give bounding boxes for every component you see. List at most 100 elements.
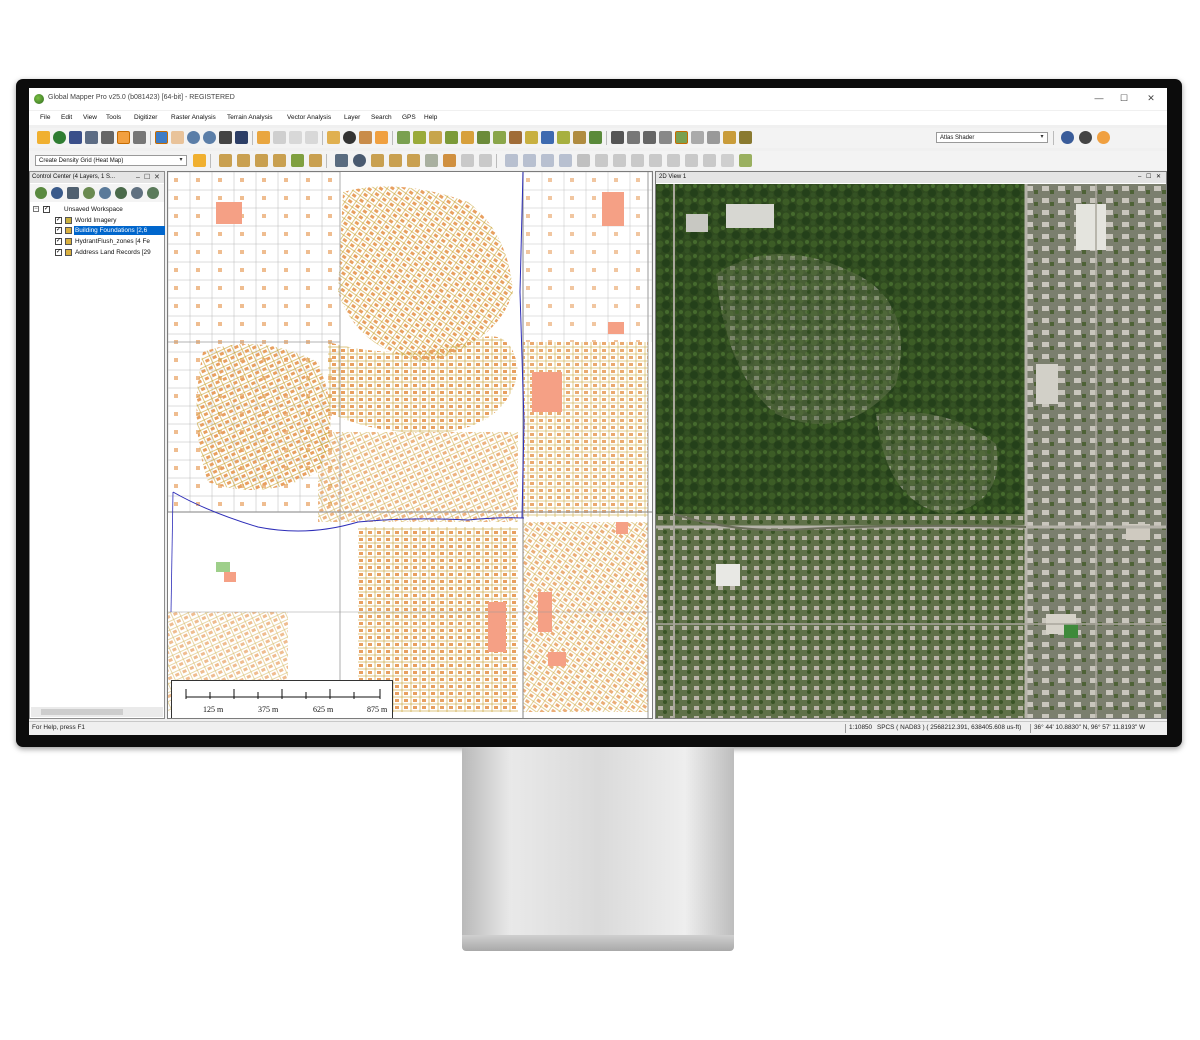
terrain-icon-2[interactable] [413,131,426,144]
split-icon[interactable] [389,154,402,167]
menu-edit[interactable]: Edit [61,114,72,121]
line-edit-icon[interactable] [595,154,608,167]
zoom-in-icon[interactable] [187,131,200,144]
layer-checkbox[interactable]: ✓ [55,238,62,245]
pan-hand-icon[interactable] [171,131,184,144]
refresh-icon[interactable] [115,187,127,199]
delete-icon[interactable] [289,131,302,144]
globe-layer-icon[interactable] [51,187,63,199]
menu-digitizer[interactable]: Digitizer [134,114,157,121]
imagery-map-view[interactable] [656,184,1166,718]
layer-row-selected[interactable]: ✓ Building Foundations [2,6 [30,226,165,235]
vector-map-view[interactable]: 125 m 375 m 625 m 875 m [167,171,653,719]
settings-gear-icon[interactable] [1079,131,1092,144]
terrain-icon-3[interactable] [429,131,442,144]
draw-circle-icon[interactable] [273,154,286,167]
workspace-checkbox[interactable]: ✓ [43,206,50,213]
reshape-icon[interactable] [371,154,384,167]
minimize-button[interactable]: — [1089,91,1109,105]
eye-icon[interactable] [131,187,143,199]
lidar-icon-5[interactable] [675,131,688,144]
grid-icon[interactable] [721,154,734,167]
copy-icon[interactable] [305,131,318,144]
layer-checkbox[interactable]: ✓ [55,249,62,256]
density-select[interactable]: Create Density Grid (Heat Map) ▾ [35,155,187,166]
menu-terrain-analysis[interactable]: Terrain Analysis [227,114,273,121]
measure-icon[interactable] [327,131,340,144]
control-center-icon[interactable] [117,131,130,144]
scale-icon[interactable] [541,154,554,167]
save-icon[interactable] [69,131,82,144]
panel-restore-button[interactable]: ☐ [144,172,150,183]
terrain-icon-13[interactable] [589,131,602,144]
back-arrow-icon[interactable] [219,131,232,144]
terrain-icon-1[interactable] [397,131,410,144]
layout-icon[interactable] [133,131,146,144]
vertex-remove-icon[interactable] [631,154,644,167]
layer-options-icon[interactable] [83,187,95,199]
lidar-icon-3[interactable] [643,131,656,144]
terrain-icon-9[interactable] [525,131,538,144]
move-icon[interactable] [505,154,518,167]
lidar-icon-1[interactable] [611,131,624,144]
menu-tools[interactable]: Tools [106,114,121,121]
terrain-icon-12[interactable] [573,131,586,144]
attributes-icon[interactable] [67,187,79,199]
horizontal-scrollbar[interactable] [31,707,163,717]
layer-row[interactable]: ✓ World Imagery [30,216,164,225]
lidar-icon-6[interactable] [691,131,704,144]
menu-gps[interactable]: GPS [402,114,416,121]
lidar-icon-7[interactable] [707,131,720,144]
cut-icon[interactable] [577,154,590,167]
terrain-icon-10[interactable] [541,131,554,144]
workspace-row[interactable]: − ✓ Unsaved Workspace [30,205,164,214]
target-icon[interactable] [353,154,366,167]
wrench-icon[interactable] [101,131,114,144]
vertex-add-icon[interactable] [613,154,626,167]
menu-vector-analysis[interactable]: Vector Analysis [287,114,331,121]
close-button[interactable]: ✕ [1141,91,1161,105]
edit-vertex-icon[interactable] [309,154,322,167]
terrain-icon-11[interactable] [557,131,570,144]
home-icon[interactable] [235,131,248,144]
menu-help[interactable]: Help [424,114,437,121]
menu-raster-analysis[interactable]: Raster Analysis [171,114,216,121]
cross-move-icon[interactable] [559,154,572,167]
simplify-icon[interactable] [685,154,698,167]
layer-row[interactable]: ✓ HydrantFlush_zones [4 Fe [30,237,164,246]
lidar-icon-4[interactable] [659,131,672,144]
select-box-icon[interactable] [273,131,286,144]
terrain-icon-6[interactable] [477,131,490,144]
layer-row[interactable]: ✓ Address Land Records [29 [30,248,164,257]
menu-file[interactable]: File [40,114,50,121]
panel-minimize-button[interactable]: – [136,172,140,183]
buffer-icon[interactable] [425,154,438,167]
path-profile-icon[interactable] [375,131,388,144]
terrain-icon-5[interactable] [461,131,474,144]
lidar-icon-8[interactable] [723,131,736,144]
draw-point-icon[interactable] [219,154,232,167]
draw-area-icon[interactable] [255,154,268,167]
ruler-icon[interactable] [739,154,752,167]
pencil-icon[interactable] [257,131,270,144]
menu-view[interactable]: View [83,114,97,121]
rotate-icon[interactable] [523,154,536,167]
collapse-icon[interactable]: − [33,206,39,212]
online-data-icon[interactable] [1061,131,1074,144]
globe-icon[interactable] [53,131,66,144]
join-icon[interactable] [407,154,420,167]
snap-icon[interactable] [335,154,348,167]
lidar-icon-9[interactable] [739,131,752,144]
scrollbar-thumb[interactable] [41,709,123,715]
metadata-icon[interactable] [99,187,111,199]
config-icon[interactable] [85,131,98,144]
terrain-icon-8[interactable] [509,131,522,144]
sun-shading-icon[interactable] [1097,131,1110,144]
zoom-out-icon[interactable] [203,131,216,144]
close-layer-icon[interactable] [147,187,159,199]
vertex-move-icon[interactable] [649,154,662,167]
open-file-icon[interactable] [37,131,50,144]
draw-rect-icon[interactable] [291,154,304,167]
search-pin-icon[interactable] [359,131,372,144]
panel-close-button[interactable]: ✕ [154,172,160,183]
